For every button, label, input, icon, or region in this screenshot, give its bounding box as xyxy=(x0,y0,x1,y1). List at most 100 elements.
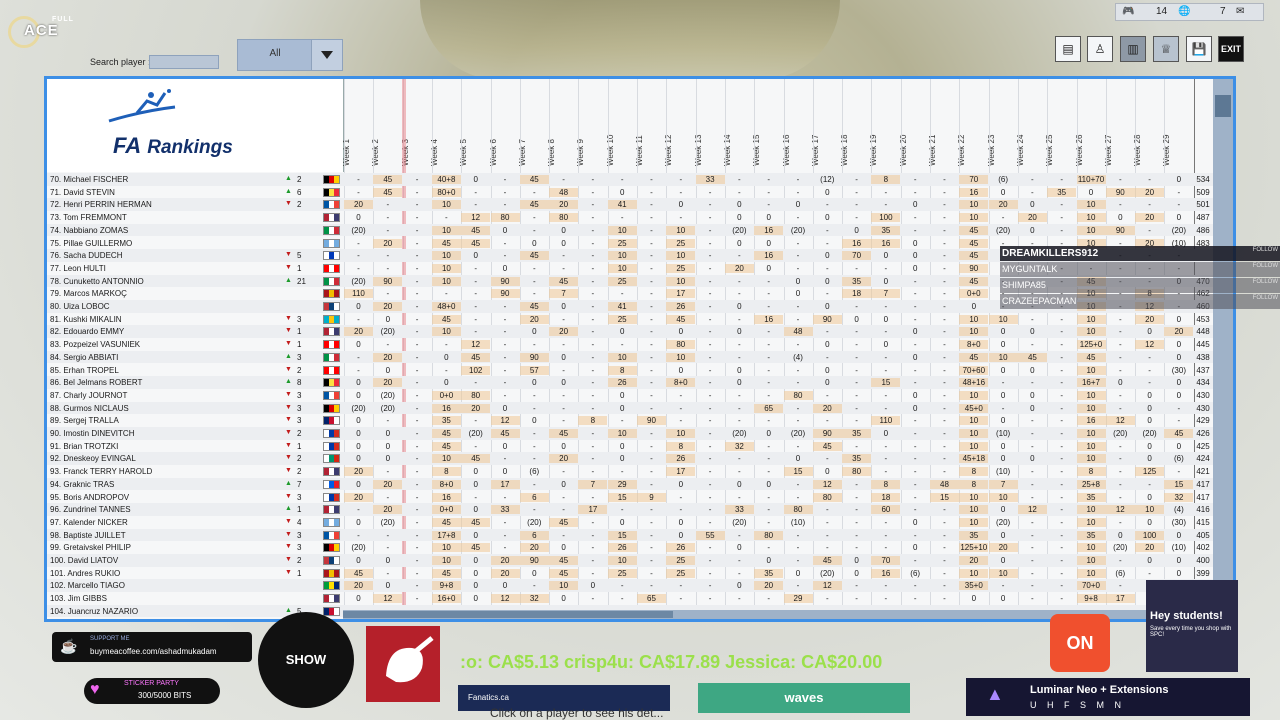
week-cell: 0 xyxy=(825,340,830,350)
player-name[interactable]: 94. Graknic TRAS xyxy=(50,480,114,489)
week-cell: 0 xyxy=(356,213,361,223)
player-name[interactable]: 86. Bel Jelmans ROBERT xyxy=(50,378,142,387)
player-name[interactable]: 84. Sergio ABBIATI xyxy=(50,353,118,362)
player-name[interactable]: 78. Cunuketto ANTONNIO xyxy=(50,277,144,286)
player-name[interactable]: 75. Pillae GUILLERMO xyxy=(50,239,132,248)
player-name[interactable]: 73. Tom FREMMONT xyxy=(50,213,127,222)
notebook-icon-button[interactable]: ▤ xyxy=(1055,36,1081,62)
rank-change: 3 xyxy=(297,352,302,362)
scrollbar-thumb[interactable] xyxy=(1215,95,1231,117)
app-logo[interactable]: FULL ACE xyxy=(8,16,73,48)
table-row[interactable]: 98. Baptiste JUILLET ▼ 3 - - - 17+8 0 - 6 - - 15 - 0 55… xyxy=(47,528,1217,542)
player-name[interactable]: 88. Gurmos NICLAUS xyxy=(50,404,129,413)
table-row[interactable]: 71. David STEVIN ▲ 6 - 45 - 80+0 - - - 48 - 0 - - - - - - 0… xyxy=(47,186,1217,199)
week-cell: 0 xyxy=(825,302,830,311)
table-row[interactable]: 95. Boris ANDROPOV ▼ 3 20- -16- -6- -15 9- - - - -8… xyxy=(47,491,1217,504)
week-header: Week 10 xyxy=(606,79,637,172)
player-name[interactable]: 74. Nabbiano ZOMAS xyxy=(50,226,128,235)
table-row[interactable]: 91. Brian TROTZKI ▼ 1 0 0-45-0-0-0-8-32- -45-… xyxy=(47,440,1217,453)
week-cell: 0 xyxy=(1147,441,1152,451)
player-name[interactable]: 100. David LIATOV xyxy=(50,556,118,565)
player-name[interactable]: 70. Michael FISCHER xyxy=(50,175,128,184)
player-name[interactable]: 77. Leon HULTI xyxy=(50,264,106,273)
player-name[interactable]: 97. Kalender NICKER xyxy=(50,518,128,527)
player-name[interactable]: 80. Uiza LOBOC xyxy=(50,302,110,311)
player-name[interactable]: 103. Jim GIBBS xyxy=(50,594,107,603)
table-row[interactable]: 89. Sergej TRALLA ▼ 3 0 - - 35 - 12 0 - 8 - 90 - - - - - - -… xyxy=(47,414,1217,427)
table-row[interactable]: 99. Gretaivskel PHILIP ▼ 3 (20) - -10 45-20 0-2… xyxy=(47,541,1217,554)
player-name[interactable]: 76. Sacha DUDECH xyxy=(50,251,122,260)
table-row[interactable]: 85. Erhan TROPEL ▼ 2 - 0 - - 102 - 57 - - 8 - 0 - 0 - - 0 - -… xyxy=(47,364,1217,377)
table-row[interactable]: 73. Tom FREMMONT 0- - -12 80-80- - - - -0 0-0-100… xyxy=(47,211,1217,224)
podium-icon-button[interactable]: ▥ xyxy=(1120,36,1146,62)
table-row[interactable]: 103. Jim GIBBS 0 12-16+0 0 12 32 0- -65- - - -29- -… xyxy=(47,592,1217,605)
table-row[interactable]: 101. Andres RUKIO ▼ 1 45 - - 45 0 20 0 45 - 25 - 25 - - 3… xyxy=(47,567,1217,580)
week-cell: 0 xyxy=(473,251,478,261)
week-cell: - xyxy=(532,263,536,273)
player-name[interactable]: 91. Brian TROTZKI xyxy=(50,442,118,451)
exit-button[interactable]: EXIT xyxy=(1218,36,1244,62)
table-row[interactable]: 70. Michael FISCHER ▲ 2 - 45 - 40+8 0 - 45 - - - - - 33… xyxy=(47,173,1217,186)
week-cell: - xyxy=(1118,454,1122,464)
week-cell: 10 xyxy=(1076,505,1106,515)
week-cell: - xyxy=(1118,200,1122,210)
player-name[interactable]: 83. Pozpeizel VASUNIEK xyxy=(50,340,140,349)
player-name[interactable]: 71. David STEVIN xyxy=(50,188,115,197)
chevron-down-icon[interactable] xyxy=(311,40,342,70)
table-row[interactable]: 96. Zundrinel TANNES ▲ 1 - 20 - 0+0 0 33 - - 17 - - - -… xyxy=(47,503,1217,516)
table-row[interactable]: 72. Henri PERRIN HERMAN ▼ 2 20- -10- -45 20-41… xyxy=(47,198,1217,212)
table-row[interactable]: 74. Nabbiano ZOMAS (20) - -10 45 0-0-10-10- (2… xyxy=(47,223,1217,237)
player-name[interactable]: 96. Zundrinel TANNES xyxy=(50,505,131,514)
player-name[interactable]: 102. Marcello TIAGO xyxy=(50,581,125,590)
table-row[interactable]: 84. Sergio ABBIATI ▲ 3 - 20 - 0 45 - 90 0 - 10 - 10 - - -… xyxy=(47,350,1217,364)
week-cell: 7 xyxy=(549,289,579,299)
player-name[interactable]: 104. Juancruz NAZARIO xyxy=(50,607,138,616)
player-name[interactable]: 95. Boris ANDROPOV xyxy=(50,493,129,502)
week-cell: 0 xyxy=(825,213,830,223)
week-cell: - xyxy=(943,302,946,311)
search-input[interactable] xyxy=(149,55,219,69)
player-name[interactable]: 99. Gretaivskel PHILIP xyxy=(50,543,131,552)
table-row[interactable]: 93. Franck TERRY HAROLD ▼ 2 20- -8 0 0 (6) - - - -1… xyxy=(47,465,1217,478)
table-row[interactable]: 81. Kushki MIKALIN ▼ 3 - 0 - 45 - - 20 - - 25 - 45 - - 16… xyxy=(47,313,1217,326)
trophy-icon-button[interactable]: ♕ xyxy=(1153,36,1179,62)
filter-dropdown[interactable]: All xyxy=(237,39,343,71)
table-row[interactable]: 97. Kalender NICKER ▼ 4 0 (20) -45 45- (20) 45-0… xyxy=(47,516,1217,529)
table-row[interactable]: 92. Dneskeoy EVINGAL ▼ 2 0 0-10 45- -20-0-26- -… xyxy=(47,452,1217,466)
player-name[interactable]: 85. Erhan TROPEL xyxy=(50,366,119,375)
week-cell: - xyxy=(1060,594,1064,604)
week-cell: 20 xyxy=(373,378,403,388)
week-cell: - xyxy=(767,276,771,286)
player-name[interactable]: 93. Franck TERRY HAROLD xyxy=(50,467,152,476)
table-row[interactable]: 83. Pozpeizel VASUNIEK ▼ 1 0 - - - 12 - - - - - - 80 - -… xyxy=(47,338,1217,351)
table-row[interactable]: 100. David LIATOV ▼ 2 0 0-10 0 20 90 45-10-25- -0… xyxy=(47,554,1217,567)
horizontal-scrollbar-thumb[interactable] xyxy=(343,611,673,618)
player-name[interactable]: 79. Marcos MARKOÇ xyxy=(50,289,127,298)
week-cell: 10 xyxy=(431,327,461,337)
table-row[interactable]: 87. Charly JOURNOT ▼ 3 0 (20) -0+0 80- - - -0- - - -… xyxy=(47,389,1217,402)
player-name[interactable]: 82. Edouardo EMMY xyxy=(50,327,124,336)
table-row[interactable]: 90. Imostin DINEVITCH ▼ 2 0 0 - 45 (20) 45 - 45 - 10… xyxy=(47,427,1217,440)
week-cell: - xyxy=(1060,479,1064,489)
week-cell: - xyxy=(1031,429,1034,438)
week-cell: - xyxy=(855,390,858,400)
table-row[interactable]: 88. Gurmos NICLAUS ▼ 3 (20) (20) -16 20 0- - -0- -… xyxy=(47,401,1217,415)
player-name[interactable]: 72. Henri PERRIN HERMAN xyxy=(50,200,152,209)
table-row[interactable]: 82. Edouardo EMMY ▼ 1 20 (20) - 10 - - 0 20 - 0 - 0 - 0 -… xyxy=(47,325,1217,339)
player-name[interactable]: 101. Andres RUKIO xyxy=(50,569,120,578)
player-name[interactable]: 89. Sergej TRALLA xyxy=(50,416,119,425)
player-name[interactable]: 81. Kushki MIKALIN xyxy=(50,315,122,324)
table-row[interactable]: 94. Graknic TRAS ▲ 7 0 20-8+0 0 17-0 7 29-0-0 0-1… xyxy=(47,477,1217,491)
player-name[interactable]: 92. Dneskeoy EVINGAL xyxy=(50,454,136,463)
table-row[interactable]: 86. Bel Jelmans ROBERT ▲ 8 0 20 - 0 - - 0 0 - 26 - 8+0… xyxy=(47,376,1217,389)
player-icon-button[interactable]: ♙ xyxy=(1087,36,1113,62)
flag-icon xyxy=(323,594,340,604)
player-name[interactable]: 87. Charly JOURNOT xyxy=(50,391,127,400)
player-name[interactable]: 90. Imostin DINEVITCH xyxy=(50,429,134,438)
save-icon-button[interactable]: 💾 xyxy=(1186,36,1212,62)
week-cell: - xyxy=(1118,403,1122,413)
player-name[interactable]: 98. Baptiste JUILLET xyxy=(50,531,126,540)
table-row[interactable]: 102. Marcello TIAGO 20 0 - 9+8 0 0 - 10 0 - - - - 0 20 -… xyxy=(47,579,1217,593)
week-cell: - xyxy=(943,543,946,553)
vertical-scrollbar[interactable] xyxy=(1213,79,1233,619)
